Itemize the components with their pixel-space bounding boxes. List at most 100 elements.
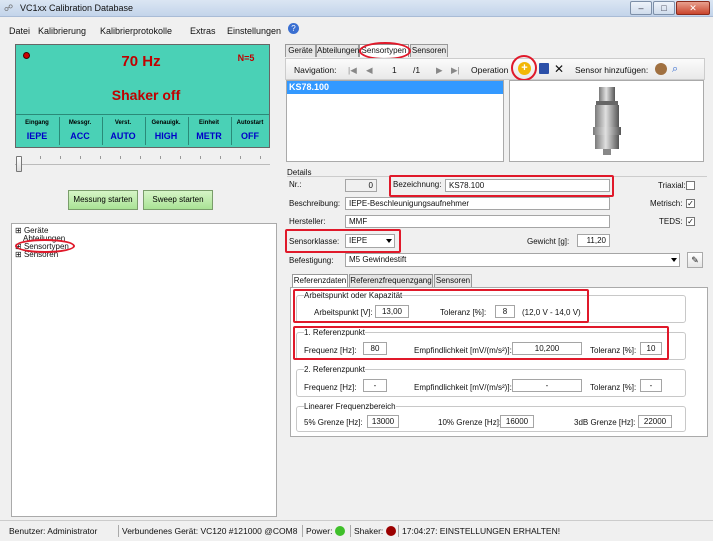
lcd-separator [188,117,189,145]
list-item-selected[interactable]: KS78.100 [287,81,503,94]
lcd-shaker-status: Shaker off [111,87,181,103]
tab-geraete[interactable]: Geräte [285,44,316,57]
highlight-arbeitspunkt [293,289,589,323]
slider-tick [260,156,261,159]
status-power-label: Power: [306,526,333,536]
highlight-bezeichnung [389,175,614,197]
subtab-sensoren[interactable]: Sensoren [434,274,472,287]
minimize-button[interactable]: – [630,1,652,15]
status-separator [302,525,303,537]
g10-field[interactable]: 16000 [500,415,534,428]
edit-pencil-icon[interactable]: ✎ [687,252,703,268]
delete-icon[interactable]: ✕ [554,62,564,76]
chevron-down-icon [671,258,677,262]
tab-abteilungen[interactable]: Abteilungen [316,44,359,57]
beschreibung-label: Beschreibung: [289,199,341,208]
navigation-toolbar: Navigation: |◀ ◀ 1 /1 ▶ ▶| Operation + ✕… [285,55,705,81]
help-icon[interactable]: ? [288,23,299,34]
messung-starten-button[interactable]: Messung starten [68,190,138,210]
highlight-sensortypen [15,239,75,253]
nr-label: Nr.: [289,180,302,189]
save-icon[interactable] [539,63,549,74]
hersteller-field[interactable]: MMF [345,215,610,228]
close-button[interactable]: ✕ [676,1,710,15]
status-shaker-label: Shaker: [354,526,384,536]
lcd-display: 70 Hz N=5 Shaker off Eingang IEPE Messgr… [15,44,270,148]
lcd-col-value: HIGH [154,131,178,141]
last-record-icon[interactable]: ▶| [451,65,460,76]
slider-tick [120,156,121,159]
status-separator [118,525,119,537]
lcd-col-head: Eingang [25,120,49,126]
prev-record-icon[interactable]: ◀ [366,65,373,76]
tab-sensoren[interactable]: Sensoren [410,44,448,57]
slider-tick [200,156,201,159]
g3db-label: 3dB Grenze [Hz]: [574,418,636,427]
menu-kalibrierprotokolle[interactable]: Kalibrierprotokolle [100,26,172,36]
menu-kalibrierung[interactable]: Kalibrierung [38,26,86,36]
lcd-col-value: METR [196,131,222,141]
lcd-frequency: 70 Hz [121,53,161,70]
g5-field[interactable]: 13000 [367,415,399,428]
ref2-emp-label: Empfindlichkeit [mV/(m/s²)]: [414,383,512,392]
g3db-field[interactable]: 22000 [638,415,672,428]
menu-datei[interactable]: Datei [9,26,30,36]
search-icon[interactable]: ⌕ [672,63,678,76]
slider-tick [60,156,61,159]
triaxial-checkbox[interactable] [686,181,695,190]
slider-tick [240,156,241,159]
metrisch-label: Metrisch: [650,199,683,208]
nr-field[interactable]: 0 [345,179,377,192]
shaker-status-led-icon [386,526,396,536]
metrisch-checkbox[interactable]: ✓ [686,199,695,208]
slider-track [15,164,270,165]
ref2-emp-field[interactable]: - [512,379,582,392]
lcd-col-value: IEPE [26,131,48,141]
status-separator [398,525,399,537]
lcd-col-head: Verst. [114,120,132,126]
lcd-divider [16,114,269,115]
menu-extras[interactable]: Extras [190,26,216,36]
sweep-starten-button[interactable]: Sweep starten [143,190,213,210]
ref2-tol-field[interactable]: - [640,379,662,392]
lcd-separator [102,117,103,145]
lcd-col-head: Einheit [198,120,219,126]
lcd-col-head: Genauigk. [151,120,181,126]
slider-tick [180,156,181,159]
lcd-col-head: Autostart [236,120,264,126]
next-record-icon[interactable]: ▶ [436,65,443,76]
maximize-button[interactable]: □ [653,1,675,15]
status-message: 17:04:27: EINSTELLUNGEN ERHALTEN! [402,526,561,536]
page-number[interactable]: 1 [392,65,397,75]
ref2-tol-label: Toleranz [%]: [590,383,637,392]
slider-tick [100,156,101,159]
lcd-n-count: N=5 [237,53,255,63]
teds-checkbox[interactable]: ✓ [686,217,695,226]
lcd-col-value: OFF [241,131,259,141]
power-led-icon [335,526,345,536]
sensor-add-icon[interactable] [655,63,667,75]
navigation-label: Navigation: [294,65,337,75]
gewicht-field[interactable]: 11,20 [577,234,610,247]
befestigung-select[interactable]: M5 Gewindestift [345,253,680,267]
slider-tick [140,156,141,159]
subtab-referenzdaten[interactable]: Referenzdaten [292,274,348,287]
menu-einstellungen[interactable]: Einstellungen [227,26,281,36]
tree-view: ⊞ Geräte Abteilungen ⊞ Sensortypen ⊞ Sen… [11,223,277,517]
subtab-referenzfrequenzgang[interactable]: Referenzfrequenzgang [349,274,433,287]
first-record-icon[interactable]: |◀ [348,65,357,76]
g10-label: 10% Grenze [Hz]: [438,418,502,427]
status-separator [350,525,351,537]
slider-handle[interactable] [16,156,22,172]
triaxial-label: Triaxial: [658,181,686,190]
linear-title: Linearer Frequenzbereich [304,402,396,411]
accelerometer-image-icon [593,87,621,155]
teds-label: TEDS: [659,217,683,226]
g5-label: 5% Grenze [Hz]: [304,418,363,427]
befestigung-label: Befestigung: [289,256,334,265]
lcd-separator [145,117,146,145]
slider-tick [80,156,81,159]
beschreibung-field[interactable]: IEPE-Beschleunigungsaufnehmer [345,197,610,210]
ref2-freq-field[interactable]: - [363,379,387,392]
status-bar: Benutzer: Administrator Verbundenes Gerä… [0,520,713,541]
